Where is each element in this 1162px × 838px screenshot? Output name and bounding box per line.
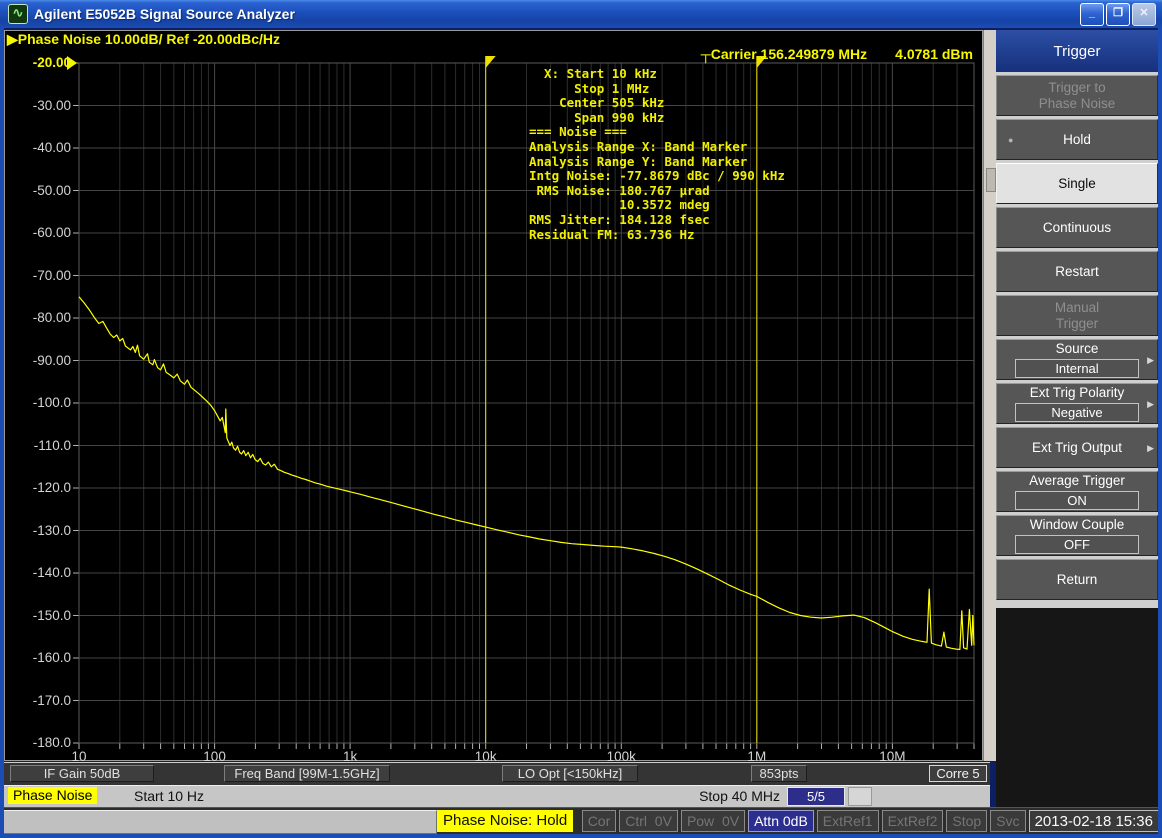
carrier-label: Carrier	[711, 46, 757, 62]
y-tick-label: -60.00	[5, 225, 71, 240]
trace-header[interactable]: ▶Phase Noise 10.00dB/ Ref -20.00dBc/Hz	[7, 31, 280, 48]
softkey-source[interactable]: Source Internal ▶	[996, 339, 1158, 380]
submenu-arrow-icon: ▶	[1147, 440, 1154, 456]
carrier-power: 4.0781 dBm	[895, 46, 973, 62]
softkey-hold[interactable]: Hold ●	[996, 119, 1158, 160]
softkey-label: Ext Trig Polarity	[1030, 385, 1125, 401]
softkey-label: Source	[1056, 341, 1099, 357]
softkey-label: Hold	[1063, 132, 1091, 148]
y-tick-label: -50.00	[5, 183, 71, 198]
y-tick-label: -110.0	[5, 438, 71, 453]
softkey-value: Internal	[1015, 359, 1139, 378]
status-chip-ctrl-0v: Ctrl 0V	[619, 810, 678, 832]
title-bar: ∿ Agilent E5052B Signal Source Analyzer …	[0, 0, 1162, 28]
page-spacer	[848, 787, 872, 806]
measurement-mode-badge: Phase Noise	[8, 787, 97, 804]
app-window: ∿ Agilent E5052B Signal Source Analyzer …	[0, 0, 1162, 838]
softkey-label: Window Couple	[1030, 517, 1125, 533]
page-indicator: 5/5	[787, 787, 845, 806]
status-chip-extref2: ExtRef2	[882, 810, 944, 832]
softkey-label: Average Trigger	[1029, 473, 1125, 489]
menu-title: Trigger	[996, 30, 1158, 72]
band-marker-flag-icon[interactable]	[486, 56, 496, 68]
softkey-label: Return	[1057, 572, 1098, 588]
softkey-ext-trig-polarity[interactable]: Ext Trig Polarity Negative ▶	[996, 383, 1158, 424]
phase-noise-plot	[5, 31, 982, 760]
datetime-display: 2013-02-18 15:36	[1029, 810, 1159, 832]
y-tick-label: -20.00	[5, 55, 71, 70]
window-border-right	[1158, 28, 1162, 838]
softkey-trigger-to-phase-noise: Trigger to Phase Noise	[996, 75, 1158, 116]
softkey-value: OFF	[1015, 535, 1139, 554]
y-tick-label: -80.00	[5, 310, 71, 325]
softkey-label: Ext Trig Output	[1032, 440, 1122, 456]
display-scroll-strip[interactable]	[983, 30, 997, 761]
hardware-status-bar: IF Gain 50dB Freq Band [99M-1.5GHz] LO Opt…	[4, 762, 990, 786]
sweep-start-text: Start 10 Hz	[134, 788, 204, 804]
softkey-restart[interactable]: Restart	[996, 251, 1158, 292]
trigger-state-badge: Phase Noise: Hold	[437, 810, 573, 832]
status-chip-cor: Cor	[582, 810, 617, 832]
trace-marker-icon: ▶	[7, 31, 18, 47]
carrier-marker-icon: ┬	[701, 46, 711, 62]
measurement-display: ▶Phase Noise 10.00dB/ Ref -20.00dBc/Hz ┬…	[4, 30, 983, 761]
softkey-value: ON	[1015, 491, 1139, 510]
hw-status-corre-5: Corre 5	[929, 765, 987, 782]
softkey-average-trigger[interactable]: Average Trigger ON	[996, 471, 1158, 512]
carrier-readout: ┬ Carrier 156.249879 MHz 4.0781 dBm	[615, 46, 973, 62]
y-tick-label: -160.0	[5, 650, 71, 665]
y-tick-label: -140.0	[5, 565, 71, 580]
y-tick-label: -70.00	[5, 268, 71, 283]
softkey-continuous[interactable]: Continuous	[996, 207, 1158, 248]
y-tick-label: -100.0	[5, 395, 71, 410]
status-chip-svc: Svc	[990, 810, 1025, 832]
restore-button[interactable]: ❐	[1106, 3, 1130, 26]
selected-bullet-icon: ●	[1008, 132, 1013, 148]
y-tick-label: -150.0	[5, 608, 71, 623]
softkey-value: Negative	[1015, 403, 1139, 422]
status-message-panel	[2, 810, 437, 834]
y-tick-label: -90.00	[5, 353, 71, 368]
hw-status-freq-band-99m-1-5ghz-: Freq Band [99M-1.5GHz]	[224, 765, 390, 782]
softkey-label: Trigger to Phase Noise	[1039, 80, 1116, 112]
sweep-status-bar: Phase Noise Start 10 Hz Stop 40 MHz 5/5	[0, 785, 990, 808]
hw-status-lo-opt-150khz-: LO Opt [<150kHz]	[502, 765, 638, 782]
softkey-ext-trig-output[interactable]: Ext Trig Output ▶	[996, 427, 1158, 468]
softkey-label: Continuous	[1043, 220, 1111, 236]
sweep-stop-text: Stop 40 MHz	[699, 788, 780, 804]
softkey-return[interactable]: Return	[996, 559, 1158, 600]
y-tick-label: -40.00	[5, 140, 71, 155]
hw-status-if-gain-50db: IF Gain 50dB	[10, 765, 154, 782]
y-tick-label: -30.00	[5, 98, 71, 113]
softkey-label: Restart	[1055, 264, 1099, 280]
status-chip-extref1: ExtRef1	[817, 810, 879, 832]
submenu-arrow-icon: ▶	[1147, 352, 1154, 368]
y-tick-label: -130.0	[5, 523, 71, 538]
softkey-menu: Trigger Trigger to Phase Noise Hold ● Singl…	[996, 30, 1158, 608]
status-chip-attn-0db: Attn 0dB	[748, 810, 814, 832]
hw-status-853pts: 853pts	[751, 765, 807, 782]
status-chip-stop: Stop	[946, 810, 987, 832]
scroll-handle[interactable]	[986, 168, 996, 192]
window-title: Agilent E5052B Signal Source Analyzer	[34, 6, 295, 22]
softkey-manual-trigger: Manual Trigger	[996, 295, 1158, 336]
system-status-bar: Phase Noise: Hold CorCtrl 0VPow 0VAttn 0…	[0, 807, 1162, 835]
softkey-label: Single	[1058, 176, 1096, 192]
y-tick-label: -120.0	[5, 480, 71, 495]
submenu-arrow-icon: ▶	[1147, 396, 1154, 412]
app-icon: ∿	[8, 4, 28, 24]
minimize-button[interactable]: _	[1080, 3, 1104, 26]
window-border-bottom	[0, 834, 1162, 838]
menu-background	[996, 608, 1162, 838]
softkey-window-couple[interactable]: Window Couple OFF	[996, 515, 1158, 556]
window-border-left	[0, 28, 4, 838]
y-tick-label: -170.0	[5, 693, 71, 708]
y-tick-label: -180.0	[5, 735, 71, 750]
carrier-frequency: 156.249879 MHz	[761, 46, 868, 62]
softkey-single[interactable]: Single	[996, 163, 1158, 204]
close-button[interactable]: ✕	[1132, 3, 1156, 26]
softkey-label: Manual Trigger	[1055, 300, 1099, 332]
status-chip-pow-0v: Pow 0V	[681, 810, 745, 832]
noise-analysis-text: X: Start 10 kHz Stop 1 MHz Center 505 kH…	[529, 67, 785, 242]
